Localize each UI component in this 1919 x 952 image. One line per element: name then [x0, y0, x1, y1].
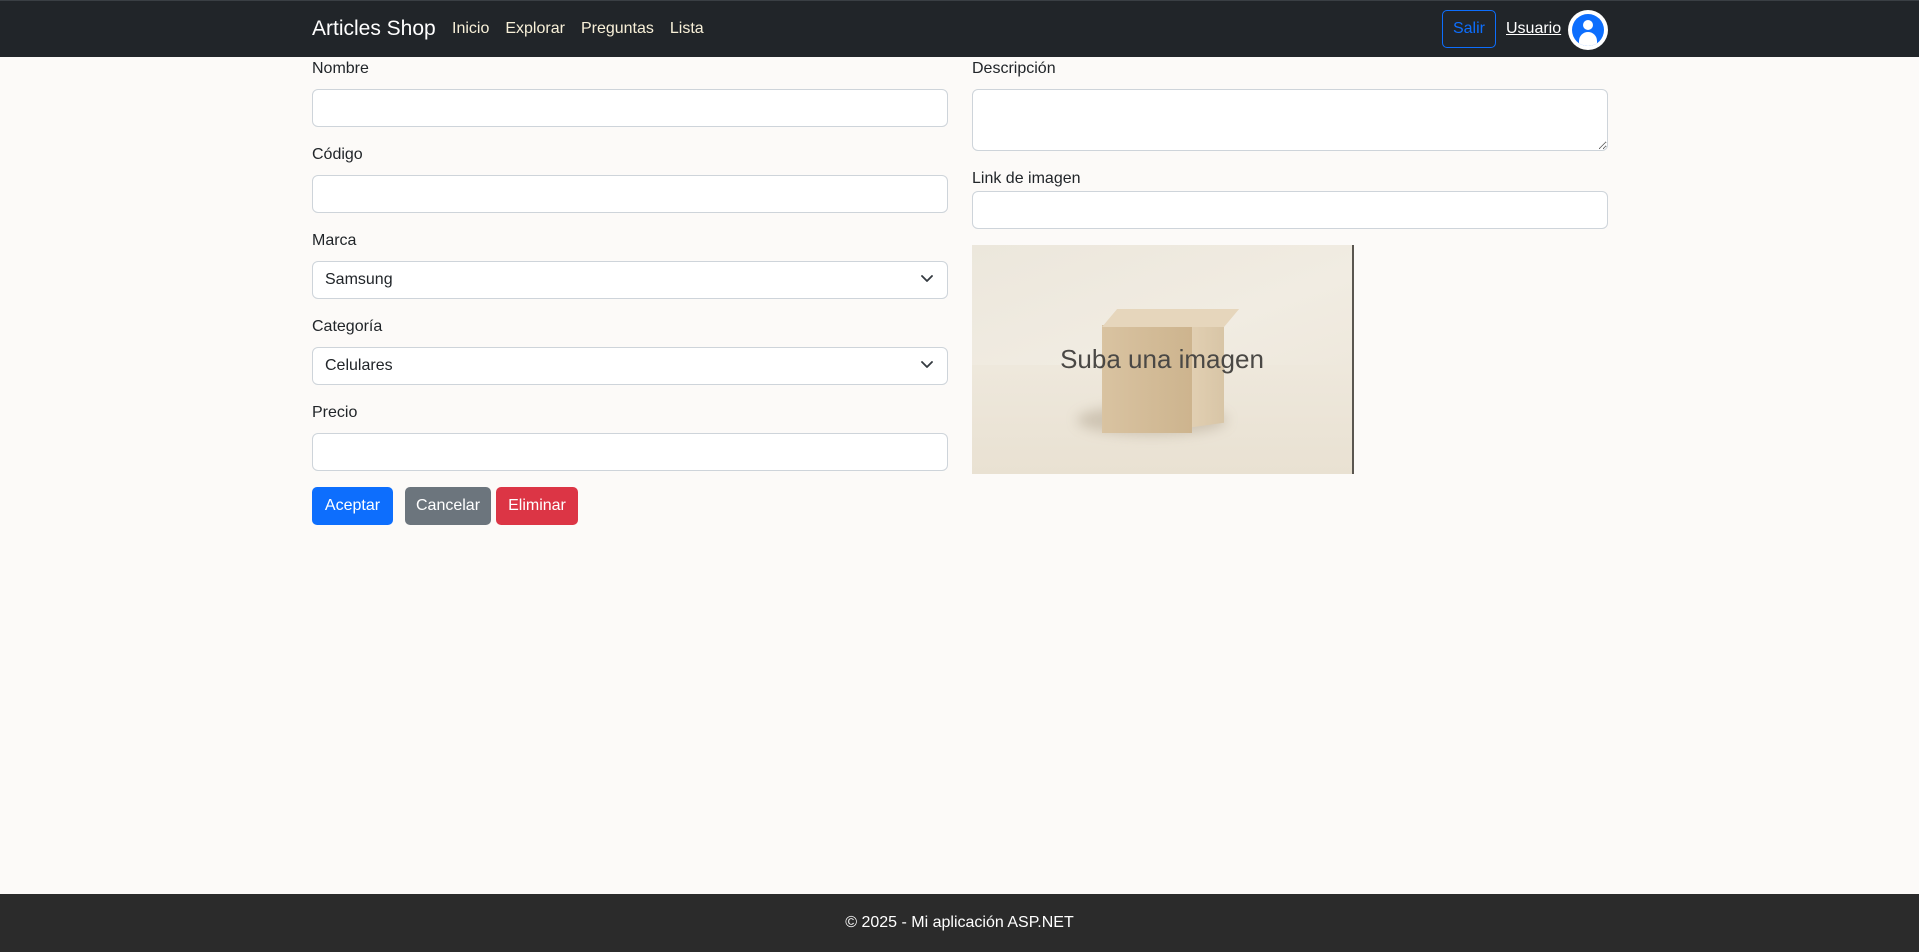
precio-label: Precio: [312, 404, 358, 421]
imagen-url-input[interactable]: [972, 191, 1608, 229]
nombre-input[interactable]: [312, 89, 948, 127]
categoria-select[interactable]: Celulares: [312, 347, 948, 385]
chevron-down-icon: [921, 361, 933, 368]
nav-link-preguntas[interactable]: Preguntas: [581, 20, 654, 38]
marca-select[interactable]: Samsung: [312, 261, 948, 299]
marca-selected-value: Samsung: [325, 271, 393, 288]
logout-button[interactable]: Salir: [1442, 10, 1496, 48]
nombre-label: Nombre: [312, 60, 369, 77]
navbar: Articles Shop Inicio Explorar Preguntas …: [0, 0, 1919, 57]
image-preview: Suba una imagen: [972, 245, 1354, 474]
precio-input[interactable]: [312, 433, 948, 471]
user-profile-link[interactable]: Usuario: [1506, 20, 1561, 38]
image-placeholder-text: Suba una imagen: [1060, 344, 1264, 374]
categoria-label: Categoría: [312, 318, 383, 335]
cancel-button[interactable]: Cancelar: [405, 487, 491, 525]
descripcion-textarea[interactable]: [972, 89, 1608, 151]
codigo-input[interactable]: [312, 175, 948, 213]
user-avatar-icon[interactable]: [1568, 10, 1608, 50]
delete-button[interactable]: Eliminar: [496, 487, 578, 525]
nav-link-inicio[interactable]: Inicio: [452, 20, 489, 38]
categoria-selected-value: Celulares: [325, 357, 393, 374]
marca-label: Marca: [312, 232, 357, 249]
codigo-label: Código: [312, 146, 363, 163]
chevron-down-icon: [921, 275, 933, 282]
imagen-label: Link de imagen: [972, 170, 1081, 187]
footer: © 2025 - Mi aplicación ASP.NET: [0, 894, 1919, 952]
nav-link-lista[interactable]: Lista: [670, 20, 704, 38]
accept-button[interactable]: Aceptar: [312, 487, 393, 525]
descripcion-label: Descripción: [972, 60, 1056, 77]
nav-links: Inicio Explorar Preguntas Lista: [452, 20, 704, 38]
footer-text: © 2025 - Mi aplicación ASP.NET: [845, 914, 1074, 931]
nav-link-explorar[interactable]: Explorar: [505, 20, 565, 38]
brand-link[interactable]: Articles Shop: [312, 17, 436, 41]
